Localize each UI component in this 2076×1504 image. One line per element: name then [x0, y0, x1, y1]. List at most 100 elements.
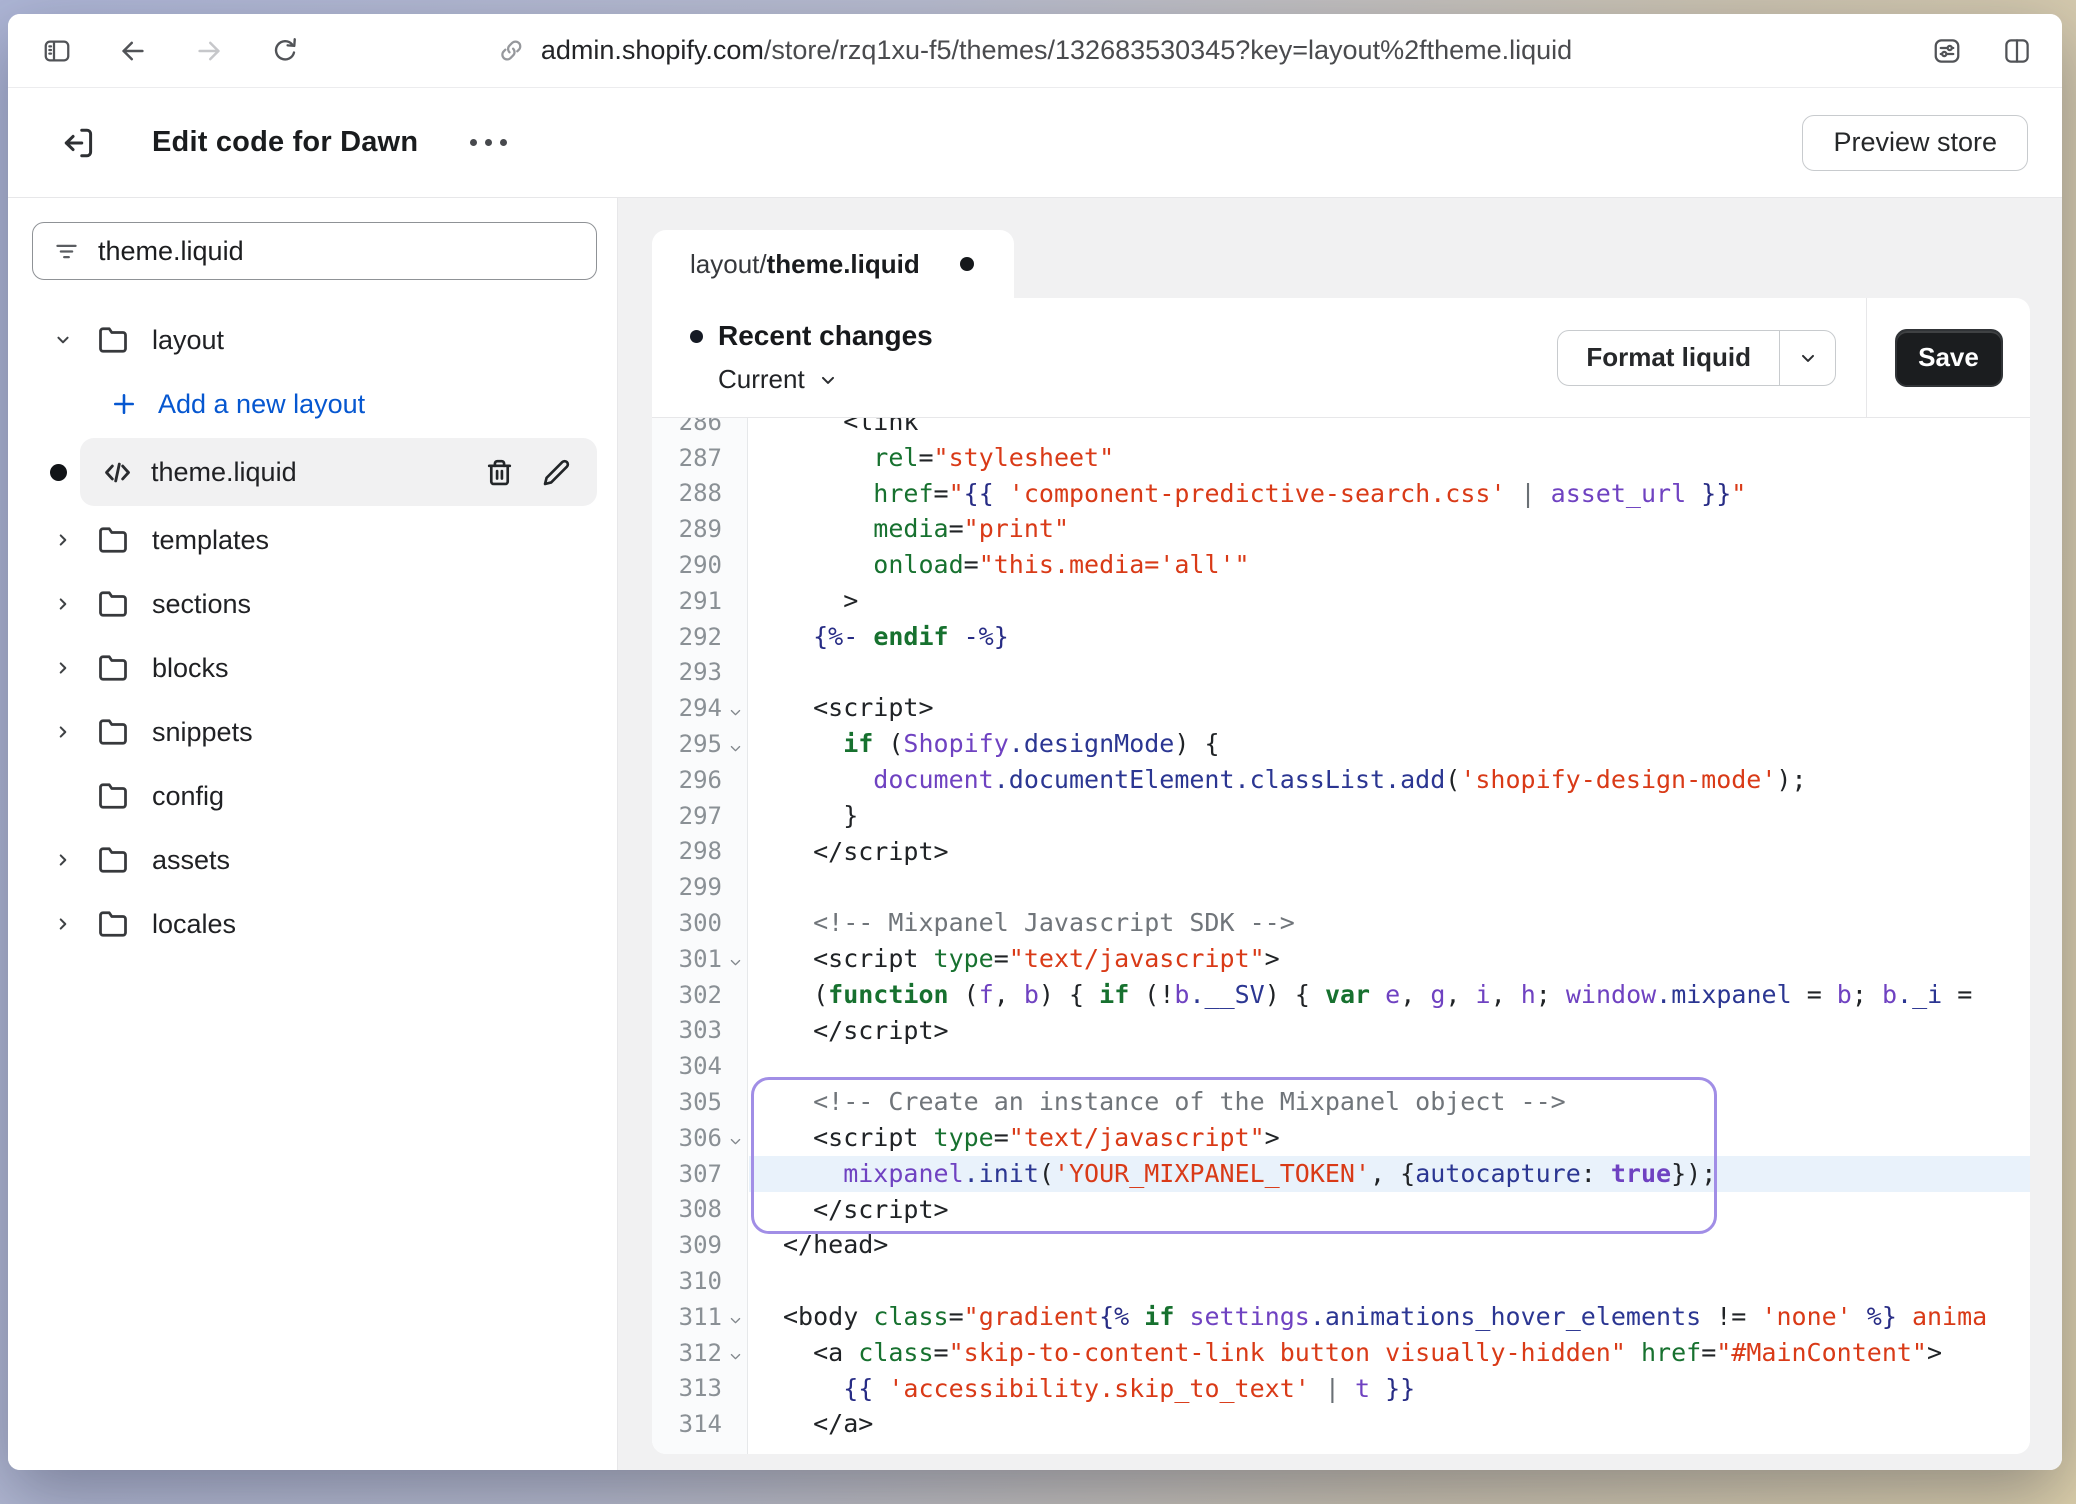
code-text[interactable]: (function (f, b) { if (!b.__SV) { var e,…	[749, 977, 2030, 1013]
modified-dot	[50, 464, 67, 481]
code-text[interactable]: <script>	[749, 690, 2030, 726]
forward-icon[interactable]	[194, 36, 224, 66]
code-line-297[interactable]: 297 }	[652, 798, 2030, 834]
code-text[interactable]: <link	[749, 418, 2030, 440]
code-text[interactable]: </script>	[749, 1013, 2030, 1049]
exit-editor-icon[interactable]	[60, 125, 96, 161]
code-line-291[interactable]: 291 >	[652, 583, 2030, 619]
code-line-298[interactable]: 298 </script>	[652, 834, 2030, 870]
format-liquid-dropdown[interactable]	[1779, 331, 1835, 385]
chevron-down-icon[interactable]	[52, 329, 74, 351]
code-line-300[interactable]: 300 <!-- Mixpanel Javascript SDK -->	[652, 905, 2030, 941]
chevron-right-icon[interactable]	[52, 593, 74, 615]
fold-toggle[interactable]	[722, 696, 749, 720]
code-line-303[interactable]: 303 </script>	[652, 1013, 2030, 1049]
more-menu-icon[interactable]	[470, 139, 507, 146]
format-liquid-button[interactable]: Format liquid	[1558, 331, 1779, 385]
save-button[interactable]: Save	[1895, 329, 2003, 387]
code-text[interactable]: onload="this.media='all'"	[749, 547, 2030, 583]
code-line-290[interactable]: 290 onload="this.media='all'"	[652, 547, 2030, 583]
code-line-293[interactable]: 293	[652, 655, 2030, 691]
page-settings-icon[interactable]	[1932, 36, 1962, 66]
preview-store-button[interactable]: Preview store	[1802, 115, 2028, 171]
code-text[interactable]: document.documentElement.classList.add('…	[749, 762, 2030, 798]
code-text[interactable]: media="print"	[749, 511, 2030, 547]
edit-icon[interactable]	[542, 458, 571, 487]
code-line-308[interactable]: 308 </script>	[652, 1192, 2030, 1228]
code-line-294[interactable]: 294 <script>	[652, 690, 2030, 726]
fold-toggle[interactable]	[722, 947, 749, 971]
code-text[interactable]: <a class="skip-to-content-link button vi…	[749, 1335, 2030, 1371]
code-text[interactable]: <script type="text/javascript">	[749, 941, 2030, 977]
fold-toggle[interactable]	[722, 1126, 749, 1150]
code-text[interactable]: <body class="gradient{% if settings.anim…	[749, 1299, 2030, 1335]
sidebar-folder-assets[interactable]: assets	[8, 828, 617, 892]
tab-theme-liquid[interactable]: layout/theme.liquid	[652, 230, 1014, 298]
version-selector[interactable]: Current	[718, 364, 1557, 395]
search-input[interactable]	[98, 236, 576, 267]
code-text[interactable]: <script type="text/javascript">	[749, 1120, 2030, 1156]
split-view-icon[interactable]	[2002, 36, 2032, 66]
code-line-287[interactable]: 287 rel="stylesheet"	[652, 440, 2030, 476]
chevron-right-icon[interactable]	[52, 849, 74, 871]
back-icon[interactable]	[118, 36, 148, 66]
code-line-292[interactable]: 292 {%- endif -%}	[652, 619, 2030, 655]
code-text[interactable]: <!-- Mixpanel Javascript SDK -->	[749, 905, 2030, 941]
sidebar-folder-snippets[interactable]: snippets	[8, 700, 617, 764]
reload-icon[interactable]	[270, 36, 300, 66]
selected-file-row[interactable]: theme.liquid	[80, 438, 597, 506]
sidebar-folder-blocks[interactable]: blocks	[8, 636, 617, 700]
sidebar-folder-sections[interactable]: sections	[8, 572, 617, 636]
code-line-311[interactable]: 311<body class="gradient{% if settings.a…	[652, 1299, 2030, 1335]
sidebar-folder-config[interactable]: config	[8, 764, 617, 828]
code-text[interactable]: >	[749, 583, 2030, 619]
code-text[interactable]: rel="stylesheet"	[749, 440, 2030, 476]
sidebar-folder-locales[interactable]: locales	[8, 892, 617, 956]
code-line-304[interactable]: 304	[652, 1048, 2030, 1084]
code-text[interactable]: }	[749, 798, 2030, 834]
code-line-299[interactable]: 299	[652, 869, 2030, 905]
sidebar-folder-layout[interactable]: layout	[8, 308, 617, 372]
chevron-right-icon[interactable]	[52, 913, 74, 935]
code-text[interactable]: mixpanel.init('YOUR_MIXPANEL_TOKEN', {au…	[749, 1156, 2030, 1192]
code-text[interactable]: if (Shopify.designMode) {	[749, 726, 2030, 762]
fold-toggle[interactable]	[722, 732, 749, 756]
code-text[interactable]: </a>	[749, 1406, 2030, 1442]
sidebar-file-theme.liquid[interactable]: theme.liquid	[8, 436, 617, 508]
code-line-309[interactable]: 309</head>	[652, 1227, 2030, 1263]
code-line-295[interactable]: 295 if (Shopify.designMode) {	[652, 726, 2030, 762]
code-text[interactable]: href="{{ 'component-predictive-search.cs…	[749, 476, 2030, 512]
code-editor[interactable]: 286 <link287 rel="stylesheet"288 href="{…	[652, 418, 2030, 1454]
chevron-right-icon[interactable]	[52, 721, 74, 743]
code-text[interactable]: <!-- Create an instance of the Mixpanel …	[749, 1084, 2030, 1120]
folder-label: locales	[152, 909, 236, 940]
file-search[interactable]	[32, 222, 597, 280]
delete-icon[interactable]	[485, 458, 514, 487]
sidebar-toggle-icon[interactable]	[42, 36, 72, 66]
code-line-302[interactable]: 302 (function (f, b) { if (!b.__SV) { va…	[652, 977, 2030, 1013]
chevron-right-icon[interactable]	[52, 657, 74, 679]
code-line-313[interactable]: 313 {{ 'accessibility.skip_to_text' | t …	[652, 1371, 2030, 1407]
address-bar[interactable]: admin.shopify.com/store/rzq1xu-f5/themes…	[498, 35, 1572, 66]
code-line-288[interactable]: 288 href="{{ 'component-predictive-searc…	[652, 476, 2030, 512]
fold-toggle[interactable]	[722, 1341, 749, 1365]
code-text[interactable]: {{ 'accessibility.skip_to_text' | t }}	[749, 1371, 2030, 1407]
code-line-307[interactable]: 307 mixpanel.init('YOUR_MIXPANEL_TOKEN',…	[652, 1156, 2030, 1192]
code-line-314[interactable]: 314 </a>	[652, 1406, 2030, 1442]
sidebar-folder-templates[interactable]: templates	[8, 508, 617, 572]
code-line-301[interactable]: 301 <script type="text/javascript">	[652, 941, 2030, 977]
code-text[interactable]: {%- endif -%}	[749, 619, 2030, 655]
code-line-305[interactable]: 305 <!-- Create an instance of the Mixpa…	[652, 1084, 2030, 1120]
add-new-layout-link[interactable]: Add a new layout	[8, 372, 617, 436]
code-text[interactable]: </head>	[749, 1227, 2030, 1263]
code-text[interactable]: </script>	[749, 1192, 2030, 1228]
code-line-289[interactable]: 289 media="print"	[652, 511, 2030, 547]
code-line-296[interactable]: 296 document.documentElement.classList.a…	[652, 762, 2030, 798]
chevron-right-icon[interactable]	[52, 529, 74, 551]
code-text[interactable]: </script>	[749, 834, 2030, 870]
fold-toggle[interactable]	[722, 1305, 749, 1329]
code-line-286[interactable]: 286 <link	[652, 418, 2030, 440]
code-line-306[interactable]: 306 <script type="text/javascript">	[652, 1120, 2030, 1156]
code-line-310[interactable]: 310	[652, 1263, 2030, 1299]
code-line-312[interactable]: 312 <a class="skip-to-content-link butto…	[652, 1335, 2030, 1371]
